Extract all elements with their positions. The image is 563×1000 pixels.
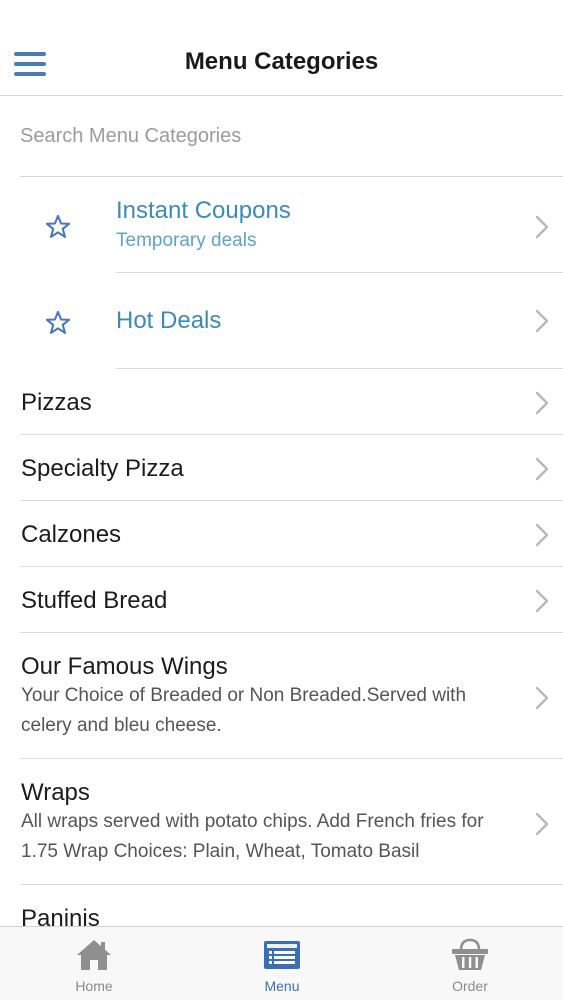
chevron-right-icon [533,685,551,711]
star-icon [44,213,72,241]
tab-home[interactable]: Home [0,927,188,1000]
tab-menu[interactable]: Menu [188,927,376,1000]
list-item-title: Instant Coupons [116,197,291,224]
list-item-title: Our Famous Wings [21,653,228,680]
search-bar [0,97,563,177]
home-icon [74,937,114,973]
tab-label: Menu [264,978,300,994]
list-item-title: Specialty Pizza [21,455,184,482]
list-item-calzones[interactable]: Calzones [0,501,563,567]
list-item-title: Hot Deals [116,307,222,334]
list-item-subtitle: Temporary deals [116,230,257,251]
list-item-our-famous-wings[interactable]: Our Famous Wings Your Choice of Breaded … [0,633,563,759]
search-input[interactable] [20,119,540,153]
chevron-right-icon [533,390,551,416]
category-list: Instant Coupons Temporary deals Hot Deal… [0,177,563,926]
chevron-right-icon [533,811,551,837]
list-item-title: Pizzas [21,389,92,416]
list-item-title: Stuffed Bread [21,587,168,614]
nav-header: Menu Categories [0,0,563,96]
tab-label: Home [75,978,113,994]
list-item-title: Paninis [21,905,100,926]
list-item-description: Your Choice of Breaded or Non Breaded.Se… [21,685,467,736]
chevron-right-icon [533,588,551,614]
star-icon [44,309,72,337]
list-item-description: All wraps served with potato chips. Add … [21,811,484,862]
chevron-right-icon [533,214,551,240]
list-item-wraps[interactable]: Wraps All wraps served with potato chips… [0,759,563,885]
list-item-instant-coupons[interactable]: Instant Coupons Temporary deals [0,177,563,273]
list-item-paninis[interactable]: Paninis [0,885,563,926]
list-item-stuffed-bread[interactable]: Stuffed Bread [0,567,563,633]
page-title: Menu Categories [184,48,379,75]
basket-icon [450,937,490,973]
list-item-specialty-pizza[interactable]: Specialty Pizza [0,435,563,501]
chevron-right-icon [533,522,551,548]
list-item-title: Calzones [21,521,122,548]
chevron-right-icon [533,456,551,482]
tab-order[interactable]: Order [376,927,563,1000]
tab-label: Order [452,978,488,994]
tab-bar: Home Menu Order [0,926,563,1000]
list-item-pizzas[interactable]: Pizzas [0,369,563,435]
chevron-right-icon [533,308,551,334]
menu-list-icon [262,937,302,973]
list-item-hot-deals[interactable]: Hot Deals [0,273,563,369]
list-item-title: Wraps [21,779,90,806]
